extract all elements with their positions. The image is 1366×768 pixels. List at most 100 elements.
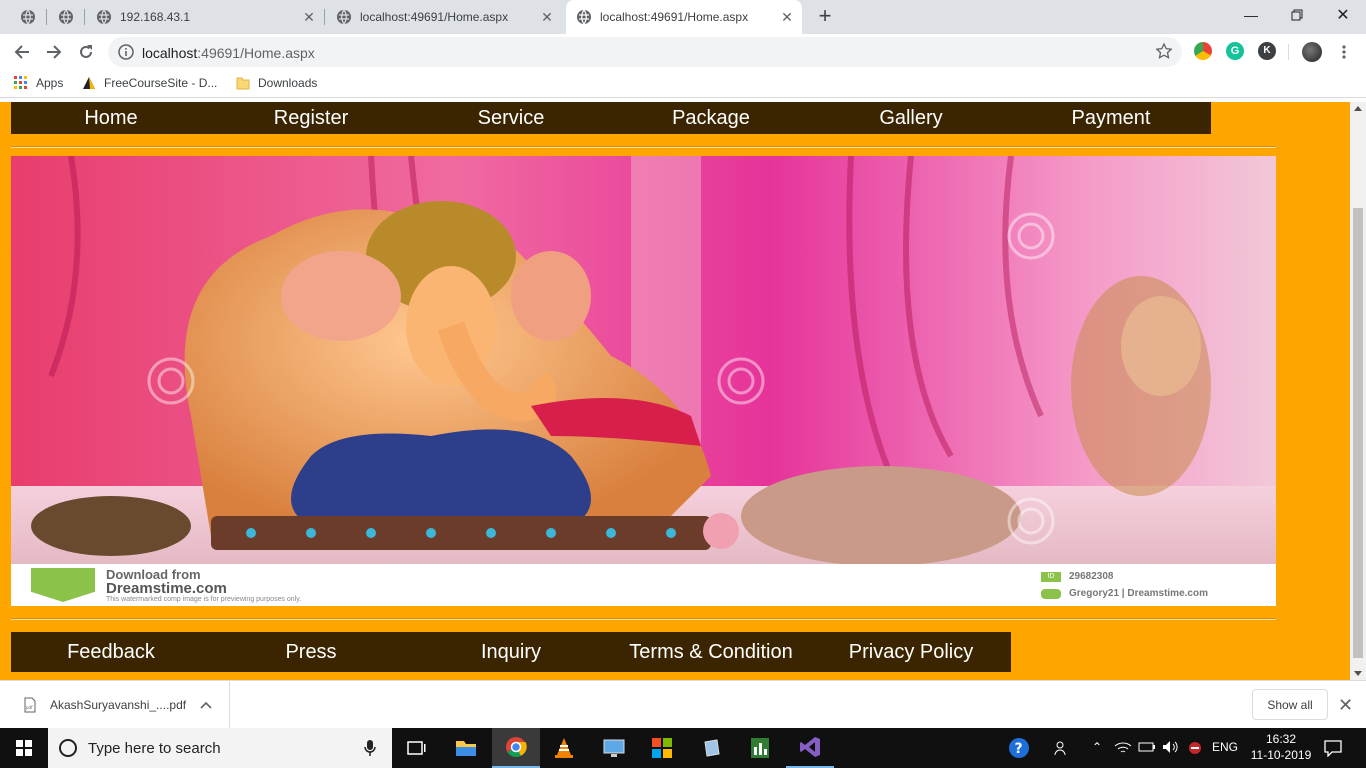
- close-icon[interactable]: ✕: [780, 10, 794, 24]
- page-scrollbar[interactable]: [1350, 102, 1366, 680]
- browser-toolbar: localhost:49691/Home.aspx G K: [0, 34, 1366, 70]
- nav-payment[interactable]: Payment: [1011, 102, 1211, 134]
- antivirus-icon[interactable]: [1186, 740, 1204, 756]
- bookmark-downloads[interactable]: Downloads: [236, 76, 317, 90]
- download-item[interactable]: pdf AkashSuryavanshi_....pdf: [10, 681, 230, 729]
- tab-pinned-2[interactable]: [48, 0, 84, 34]
- task-view-button[interactable]: [392, 728, 440, 768]
- chrome-icon: [505, 736, 527, 758]
- nav-register[interactable]: Register: [211, 102, 411, 134]
- ganesha-decor-image: [11, 156, 1276, 564]
- language-indicator[interactable]: ENG: [1212, 740, 1238, 754]
- bookmark-star-icon[interactable]: [1156, 43, 1172, 59]
- volume-icon[interactable]: [1162, 740, 1180, 754]
- forward-button[interactable]: [42, 40, 66, 64]
- show-all-button[interactable]: Show all: [1252, 689, 1328, 720]
- close-icon[interactable]: ✕: [540, 10, 554, 24]
- apps-grid-icon: [14, 76, 28, 90]
- bookmarks-bar: Apps FreeCourseSite - D... Downloads: [0, 70, 1366, 98]
- scroll-up-icon[interactable]: [1354, 106, 1362, 111]
- url-text: localhost:49691/Home.aspx: [142, 45, 315, 61]
- close-window-button[interactable]: ✕: [1320, 0, 1366, 30]
- visual-studio-app[interactable]: [786, 728, 834, 768]
- tab-title: localhost:49691/Home.aspx: [360, 10, 509, 24]
- visual-studio-icon: [799, 736, 821, 758]
- scroll-down-icon[interactable]: [1354, 671, 1362, 676]
- more-menu-icon[interactable]: [1338, 44, 1350, 60]
- vlc-app[interactable]: [540, 728, 588, 768]
- close-icon[interactable]: ✕: [302, 10, 316, 24]
- folder-icon: [455, 739, 477, 757]
- profile-avatar[interactable]: [1302, 42, 1322, 62]
- maximize-button[interactable]: [1274, 0, 1320, 30]
- tab-home-aspx-1[interactable]: localhost:49691/Home.aspx ✕: [328, 0, 562, 34]
- network-icon[interactable]: [1114, 740, 1132, 756]
- battery-icon[interactable]: [1138, 740, 1156, 754]
- vlc-cone-icon: [554, 737, 574, 759]
- nav-package[interactable]: Package: [611, 102, 811, 134]
- chart-document-icon: [750, 737, 770, 759]
- nav-service[interactable]: Service: [411, 102, 611, 134]
- bookmark-label: Apps: [36, 76, 64, 90]
- nav-home[interactable]: Home: [11, 102, 211, 134]
- footer-terms[interactable]: Terms & Condition: [611, 632, 811, 672]
- divider: [11, 146, 1276, 148]
- colored-squares-icon: [652, 738, 672, 758]
- start-button[interactable]: [0, 728, 48, 768]
- credit-icon: [1041, 589, 1061, 599]
- bookmark-freecoursesite[interactable]: FreeCourseSite - D...: [82, 76, 217, 90]
- show-hidden-icons-icon[interactable]: ⌃: [1092, 740, 1102, 754]
- people-icon[interactable]: [1054, 740, 1070, 756]
- chrome-extension-icon[interactable]: [1194, 42, 1212, 60]
- info-icon[interactable]: [118, 44, 134, 60]
- scroll-thumb[interactable]: [1353, 208, 1363, 658]
- watermark-line3: This watermarked comp image is for previ…: [106, 596, 302, 603]
- download-filename: AkashSuryavanshi_....pdf: [50, 698, 187, 712]
- notes-app[interactable]: [688, 728, 736, 768]
- nav-gallery[interactable]: Gallery: [811, 102, 1011, 134]
- tab-title: localhost:49691/Home.aspx: [600, 10, 749, 24]
- top-nav-menu: Home Register Service Package Gallery Pa…: [11, 102, 1211, 134]
- windows-taskbar: Type here to search ? ⌃ ENG 16:32 11-10-…: [0, 728, 1366, 768]
- back-arrow-icon: [14, 44, 30, 60]
- tab-192-168-43-1[interactable]: 192.168.43.1 ✕: [88, 0, 324, 34]
- back-button[interactable]: [10, 40, 34, 64]
- k-extension-icon[interactable]: K: [1258, 42, 1276, 60]
- microphone-icon[interactable]: [364, 740, 376, 756]
- grammarly-icon[interactable]: G: [1226, 42, 1244, 60]
- bookmark-apps[interactable]: Apps: [14, 76, 63, 90]
- divider: [11, 618, 1276, 620]
- taskbar-search[interactable]: Type here to search: [48, 728, 392, 768]
- notebook-icon: [702, 738, 722, 758]
- page-viewport: Home Register Service Package Gallery Pa…: [0, 102, 1350, 680]
- pdf-file-icon: pdf: [24, 697, 36, 713]
- monitor-icon: [603, 738, 625, 758]
- footer-press[interactable]: Press: [211, 632, 411, 672]
- footer-feedback[interactable]: Feedback: [11, 632, 211, 672]
- tab-home-aspx-active[interactable]: localhost:49691/Home.aspx ✕: [566, 0, 802, 34]
- tab-pinned-1[interactable]: [10, 0, 46, 34]
- chrome-app[interactable]: [492, 728, 540, 768]
- address-bar[interactable]: localhost:49691/Home.aspx: [108, 37, 1182, 67]
- globe-icon: [96, 9, 112, 25]
- footer-privacy[interactable]: Privacy Policy: [811, 632, 1011, 672]
- remote-desktop-app[interactable]: [590, 728, 638, 768]
- watermark-strip: Download from Dreamstime.com This waterm…: [11, 564, 1276, 606]
- reload-button[interactable]: [74, 40, 98, 64]
- notifications-icon[interactable]: [1324, 739, 1342, 757]
- footer-inquiry[interactable]: Inquiry: [411, 632, 611, 672]
- minimize-button[interactable]: —: [1228, 0, 1274, 30]
- bookmark-label: FreeCourseSite - D...: [104, 76, 218, 90]
- project-app[interactable]: [736, 728, 784, 768]
- store-app[interactable]: [638, 728, 686, 768]
- file-explorer-app[interactable]: [442, 728, 490, 768]
- reload-icon: [78, 44, 94, 60]
- chevron-up-icon[interactable]: [200, 701, 212, 709]
- help-icon[interactable]: ?: [1008, 737, 1030, 759]
- downloads-bar: pdf AkashSuryavanshi_....pdf Show all ✕: [0, 680, 1366, 729]
- globe-icon: [58, 9, 74, 25]
- close-downloads-button[interactable]: ✕: [1338, 695, 1353, 716]
- clock[interactable]: 16:32 11-10-2019: [1250, 731, 1312, 763]
- watermark-id-label: ID: [1041, 572, 1061, 582]
- new-tab-button[interactable]: +: [814, 5, 836, 28]
